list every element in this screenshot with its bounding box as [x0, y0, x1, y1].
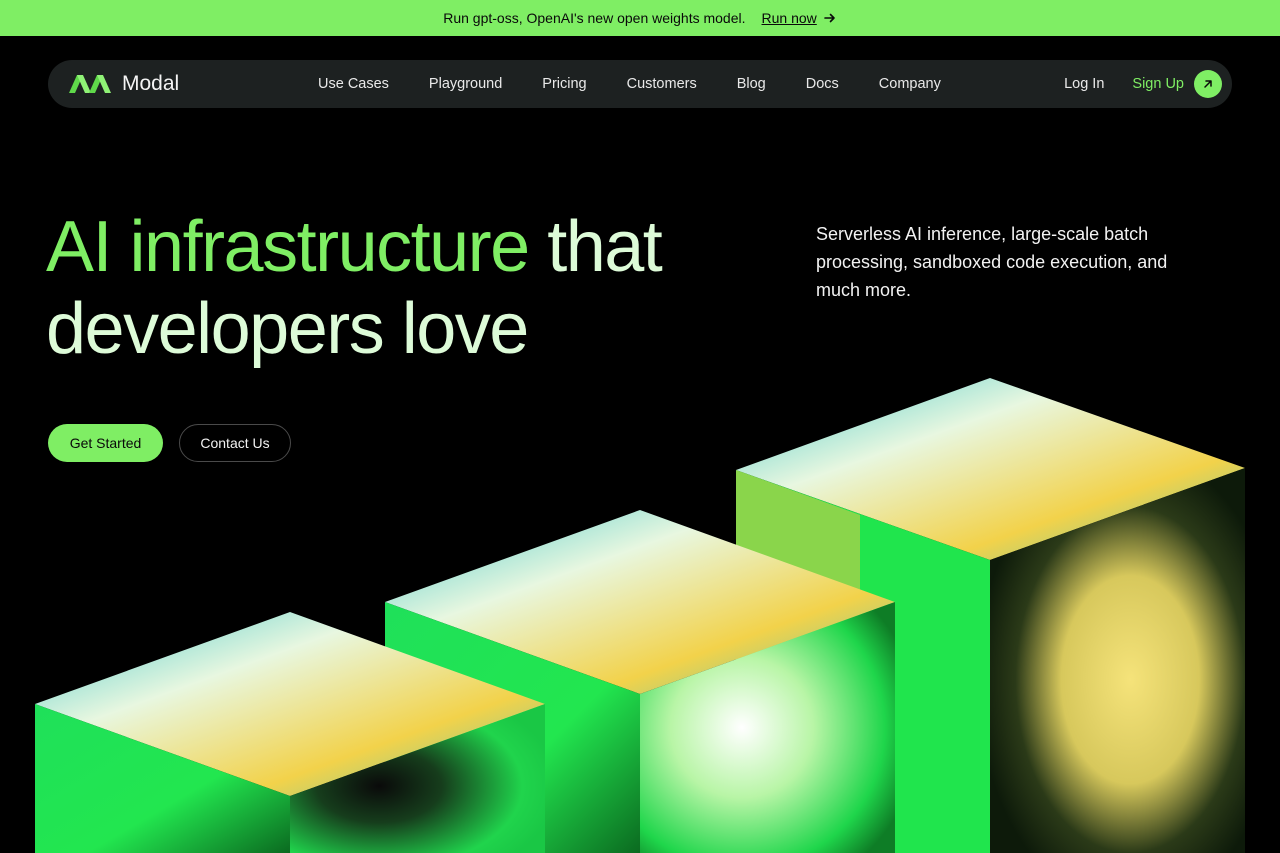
run-now-label: Run now	[761, 10, 817, 26]
hero-title: AI infrastructure that developers love	[46, 206, 663, 370]
arrow-up-right-icon	[1204, 80, 1212, 88]
nav-link-company[interactable]: Company	[879, 76, 941, 92]
login-link[interactable]: Log In	[1064, 76, 1104, 92]
hero-cubes-illustration	[35, 378, 1245, 853]
hero-title-accent: AI infrastructure	[46, 207, 530, 287]
nav-link-customers[interactable]: Customers	[627, 76, 697, 92]
main-navigation: Modal Use Cases Playground Pricing Custo…	[48, 60, 1232, 108]
hero-title-line1-rest: that	[528, 207, 663, 287]
brand-name: Modal	[122, 72, 180, 95]
signup-icon-circle	[1194, 70, 1222, 98]
brand-logo-link[interactable]: Modal	[68, 72, 179, 96]
modal-logo-icon	[69, 75, 111, 93]
nav-link-blog[interactable]: Blog	[737, 76, 766, 92]
nav-link-pricing[interactable]: Pricing	[542, 76, 586, 92]
nav-links: Use Cases Playground Pricing Customers B…	[318, 76, 941, 92]
signup-button[interactable]: Sign Up	[1132, 70, 1222, 98]
announcement-banner: Run gpt-oss, OpenAI's new open weights m…	[0, 0, 1280, 36]
signup-label: Sign Up	[1132, 76, 1184, 92]
hero-title-line2: developers love	[46, 289, 529, 369]
run-now-link[interactable]: Run now	[762, 10, 837, 26]
hero-description: Serverless AI inference, large-scale bat…	[816, 224, 1168, 300]
arrow-right-icon	[823, 13, 835, 23]
banner-message: Run gpt-oss, OpenAI's new open weights m…	[443, 10, 746, 26]
nav-actions: Log In Sign Up	[1064, 70, 1222, 98]
nav-link-playground[interactable]: Playground	[429, 76, 502, 92]
nav-link-docs[interactable]: Docs	[806, 76, 839, 92]
nav-link-use-cases[interactable]: Use Cases	[318, 76, 389, 92]
